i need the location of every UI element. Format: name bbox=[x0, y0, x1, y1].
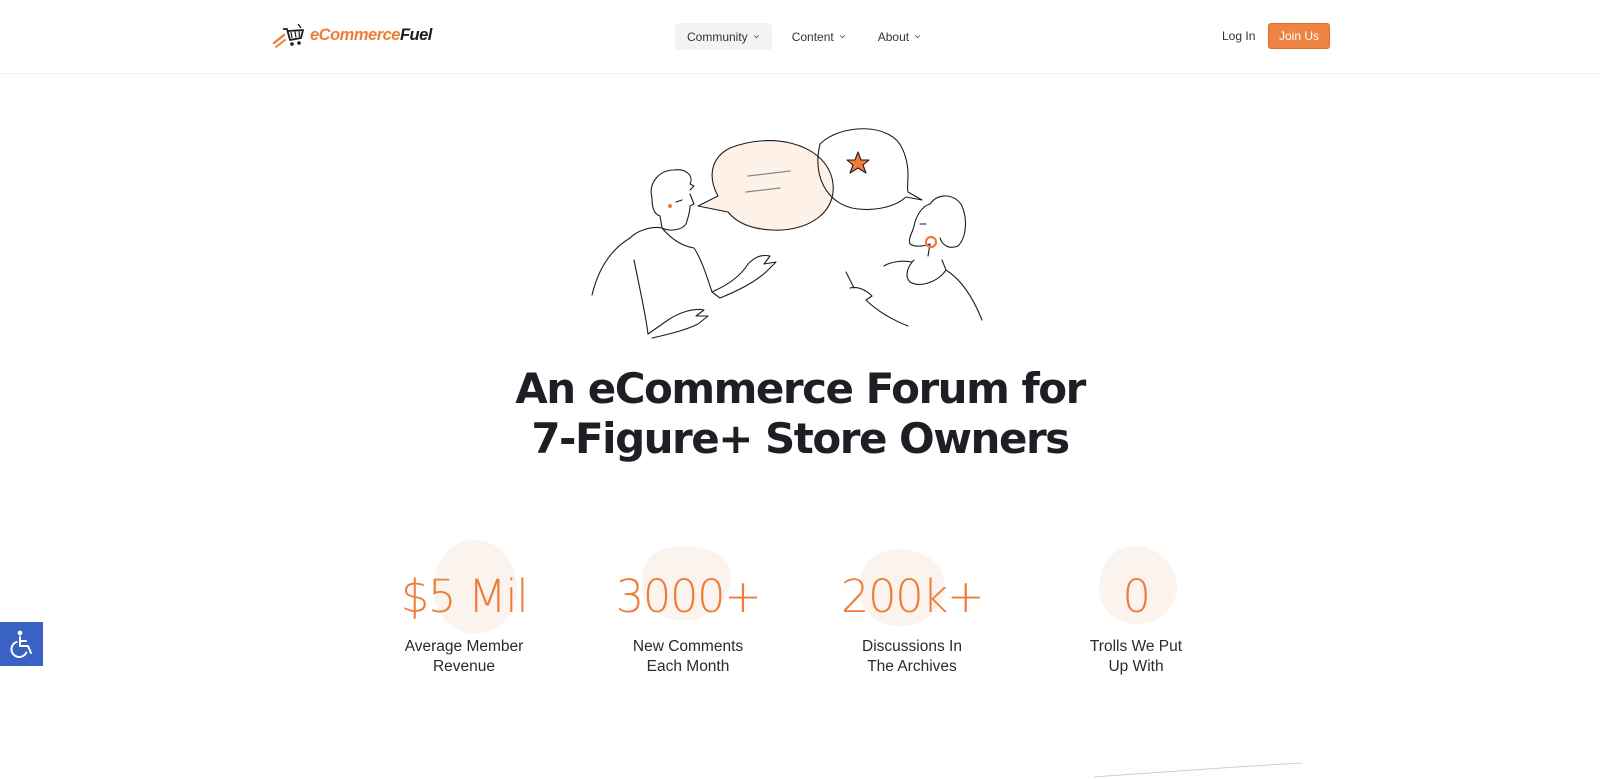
stat-label: Discussions In The Archives bbox=[862, 638, 962, 675]
nav-item-content[interactable]: Content bbox=[780, 23, 858, 50]
stat-label: Trolls We Put Up With bbox=[1089, 638, 1183, 675]
logo-text: eCommerceFuel bbox=[310, 25, 432, 44]
stat-value: 0 bbox=[1122, 570, 1151, 623]
stat-label: New Comments Each Month bbox=[632, 638, 744, 675]
headline-line-1: An eCommerce Forum for bbox=[515, 364, 1086, 413]
logo[interactable]: eCommerceFuel bbox=[272, 20, 432, 50]
chevron-down-icon bbox=[915, 35, 921, 39]
nav-item-community[interactable]: Community bbox=[675, 23, 772, 50]
main-nav: Community Content About bbox=[675, 23, 933, 50]
speech-bubble-right bbox=[817, 128, 923, 211]
nav-item-about[interactable]: About bbox=[866, 23, 933, 50]
site-header: eCommerceFuel Community Content About Lo… bbox=[0, 0, 1600, 74]
hero-illustration bbox=[591, 128, 983, 339]
stat-average-revenue: $5 Mil Average Member Revenue bbox=[364, 540, 564, 677]
stat-new-comments: 3000+ New Comments Each Month bbox=[588, 540, 788, 677]
nav-item-label: Community bbox=[687, 29, 748, 44]
accessibility-button[interactable] bbox=[0, 622, 43, 666]
speech-bubble-left bbox=[697, 140, 834, 231]
stat-discussions: 200k+ Discussions In The Archives bbox=[812, 540, 1012, 677]
chevron-down-icon bbox=[753, 35, 759, 39]
chevron-down-icon bbox=[839, 35, 845, 39]
nav-item-label: Content bbox=[791, 29, 834, 44]
star-icon bbox=[846, 151, 870, 174]
stat-trolls: 0 Trolls We Put Up With bbox=[1036, 540, 1236, 677]
stat-value: 200k+ bbox=[840, 570, 985, 623]
login-link[interactable]: Log In bbox=[1222, 29, 1255, 43]
stat-label: Average Member Revenue bbox=[404, 638, 524, 675]
page-title: An eCommerce Forum for 7-Figure+ Store O… bbox=[300, 364, 1300, 464]
shopping-cart-rocket-icon bbox=[272, 23, 304, 48]
nav-item-label: About bbox=[877, 29, 910, 44]
wheelchair-icon bbox=[10, 630, 32, 658]
join-button[interactable]: Join Us bbox=[1268, 23, 1330, 49]
stat-value: $5 Mil bbox=[400, 570, 529, 623]
decorative-line bbox=[1093, 762, 1303, 778]
stat-value: 3000+ bbox=[615, 570, 762, 623]
headline-line-2: 7-Figure+ Store Owners bbox=[531, 414, 1070, 463]
